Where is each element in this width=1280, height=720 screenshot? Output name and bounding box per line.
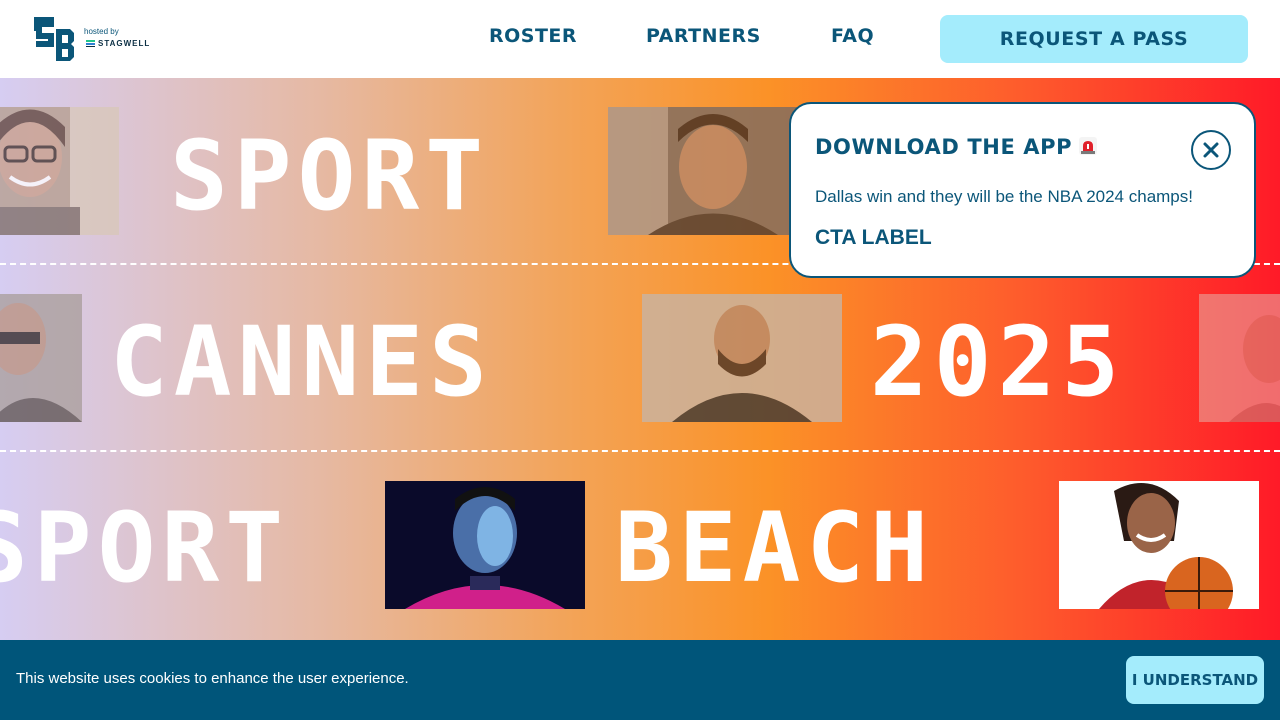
racing-driver-photo: [385, 481, 585, 609]
nav-faq[interactable]: FAQ: [831, 25, 874, 47]
sb-logo-icon: [34, 17, 74, 61]
basketball-player-photo: [1059, 481, 1259, 609]
hero-word-cannes: CANNES: [110, 306, 493, 418]
person-photo-graphic: [0, 294, 82, 422]
popup-message: Dallas win and they will be the NBA 2024…: [815, 187, 1193, 206]
cookie-message: This website uses cookies to enhance the…: [16, 670, 409, 687]
download-app-popup: DOWNLOAD THE APP Dallas win and they wil…: [789, 102, 1256, 278]
nav-partners[interactable]: PARTNERS: [646, 25, 761, 47]
person-photo-graphic: [1199, 294, 1280, 422]
siren-icon: [1079, 137, 1098, 155]
stagwell-logo: STAGWELL: [86, 39, 151, 48]
person-photo: [642, 294, 842, 422]
hero-word-sport: SPORT: [170, 120, 489, 232]
close-popup-button[interactable]: [1191, 130, 1231, 170]
site-logo[interactable]: hosted by STAGWELL: [32, 15, 162, 65]
person-photo: [1199, 294, 1280, 422]
stagwell-label: STAGWELL: [98, 39, 151, 48]
hero-word-sport: SPORT: [0, 492, 289, 604]
site-header: hosted by STAGWELL ROSTER PARTNERS FAQ R…: [0, 0, 1280, 78]
hero-word-2025: 2025: [870, 306, 1126, 418]
stagwell-mark-icon: [86, 40, 95, 47]
hero-word-beach: BEACH: [615, 492, 934, 604]
popup-title: DOWNLOAD THE APP: [815, 135, 1098, 159]
basketball-player-graphic: [1059, 481, 1259, 609]
person-photo-graphic: [608, 107, 798, 235]
cookie-banner: This website uses cookies to enhance the…: [0, 640, 1280, 720]
person-photo-graphic: [0, 107, 119, 235]
person-photo-graphic: [642, 294, 842, 422]
person-photo: [0, 107, 119, 235]
racing-driver-graphic: [385, 481, 585, 609]
hosted-by-label: hosted by: [84, 27, 119, 36]
nav-roster[interactable]: ROSTER: [489, 25, 577, 47]
popup-title-text: DOWNLOAD THE APP: [815, 135, 1073, 159]
request-pass-button[interactable]: REQUEST A PASS: [940, 15, 1248, 63]
dashed-divider: [0, 450, 1280, 452]
person-photo: [608, 107, 798, 235]
popup-cta-link[interactable]: CTA LABEL: [815, 226, 932, 250]
close-icon: [1203, 142, 1219, 158]
person-photo: [0, 294, 82, 422]
accept-cookies-button[interactable]: I UNDERSTAND: [1126, 656, 1264, 704]
